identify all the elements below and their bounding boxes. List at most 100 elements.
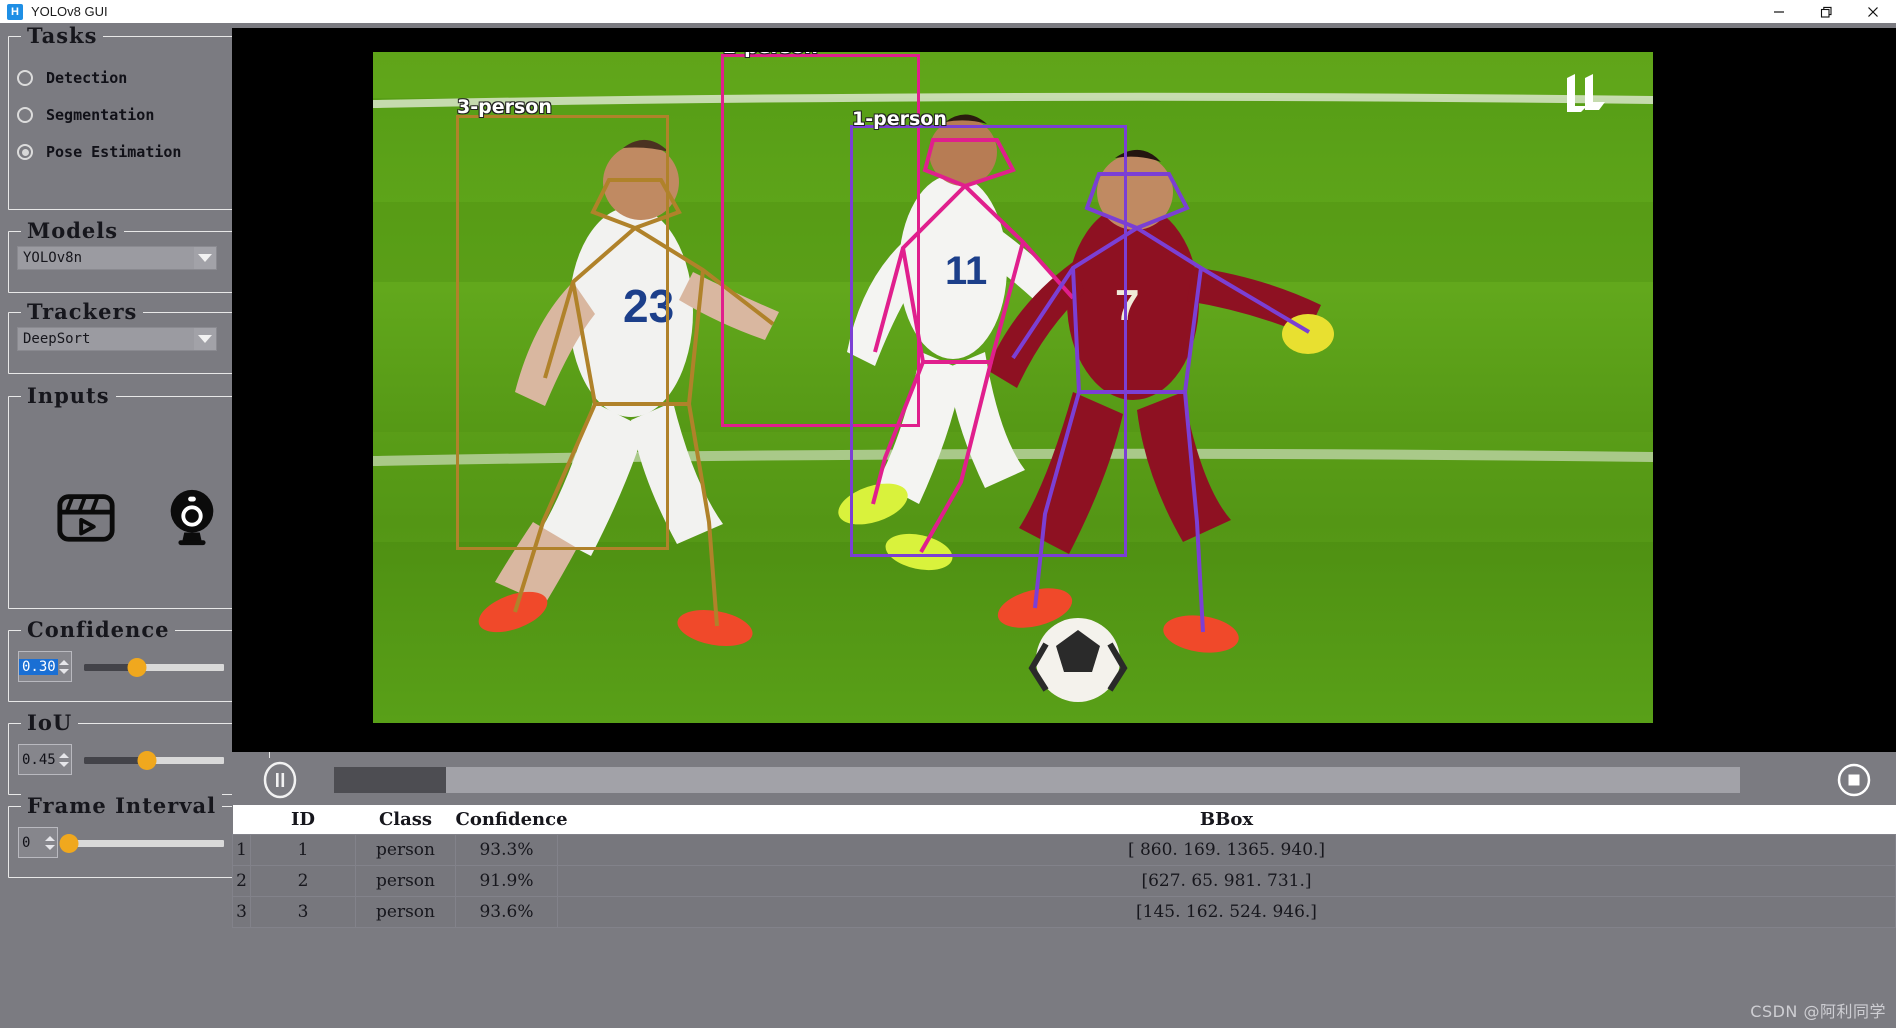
frame-interval-slider[interactable] bbox=[59, 832, 224, 854]
trackers-group-title: Trackers bbox=[21, 299, 144, 324]
iou-slider-knob[interactable] bbox=[137, 751, 157, 770]
frame-interval-spinbox[interactable]: 0 bbox=[18, 827, 58, 858]
frame-interval-stepper[interactable] bbox=[44, 830, 57, 856]
close-button[interactable] bbox=[1849, 0, 1896, 23]
tracker-select-value: DeepSort bbox=[23, 331, 91, 347]
iou-slider[interactable] bbox=[84, 749, 224, 771]
iou-stepper[interactable] bbox=[58, 747, 71, 773]
radio-detection-dot bbox=[17, 70, 33, 86]
radio-segmentation-dot bbox=[17, 107, 33, 123]
stop-button[interactable] bbox=[1837, 763, 1871, 797]
app-icon: H bbox=[7, 3, 23, 20]
iou-group: IoU 0.45 bbox=[8, 710, 270, 795]
tracker-select[interactable]: DeepSort bbox=[17, 327, 217, 351]
cell-id: 3 bbox=[250, 895, 356, 928]
stop-icon bbox=[1837, 763, 1871, 797]
column-header-bbox[interactable]: BBox bbox=[557, 805, 1896, 834]
cell-class: person bbox=[355, 895, 456, 928]
rownum-header bbox=[232, 805, 251, 834]
inputs-group: Inputs bbox=[8, 383, 270, 609]
radio-segmentation-label: Segmentation bbox=[46, 106, 155, 124]
confidence-group: Confidence 0.30 bbox=[8, 617, 270, 702]
bbox-2-label: 2-person bbox=[723, 52, 818, 58]
ll-watermark-icon bbox=[1567, 74, 1605, 112]
inputs-group-title: Inputs bbox=[21, 383, 116, 408]
window-titlebar: H YOLOv8 GUI bbox=[0, 0, 1896, 23]
cell-id: 1 bbox=[250, 833, 356, 866]
confidence-stepper[interactable] bbox=[58, 654, 71, 680]
video-scrubber[interactable] bbox=[334, 767, 1740, 793]
video-frame[interactable]: 23 11 7 3-person 1-person bbox=[373, 52, 1653, 723]
frame-interval-group-title: Frame Interval bbox=[21, 793, 223, 818]
models-group: Models YOLOv8n bbox=[8, 218, 270, 293]
cell-confidence: 91.9% bbox=[455, 864, 558, 897]
table-row[interactable]: 3 3 person 93.6% [145. 162. 524. 946.] bbox=[232, 895, 1896, 928]
detections-table: ID Class Confidence BBox 1 1 person 93.3… bbox=[232, 805, 1896, 928]
table-header-row: ID Class Confidence BBox bbox=[232, 805, 1896, 834]
radio-segmentation[interactable]: Segmentation bbox=[17, 104, 154, 126]
chevron-down-icon bbox=[194, 247, 216, 269]
bbox-1 bbox=[850, 125, 1127, 557]
radio-pose-estimation[interactable]: Pose Estimation bbox=[17, 141, 181, 163]
minimize-button[interactable] bbox=[1755, 0, 1802, 23]
cell-bbox: [145. 162. 524. 946.] bbox=[557, 895, 1896, 928]
chevron-down-icon bbox=[194, 328, 216, 350]
confidence-value[interactable]: 0.30 bbox=[19, 658, 58, 675]
minimize-icon bbox=[1773, 10, 1784, 13]
frame-interval-value[interactable]: 0 bbox=[19, 835, 44, 851]
frame-interval-group: Frame Interval 0 bbox=[8, 793, 270, 878]
row-number: 1 bbox=[232, 833, 251, 866]
iou-group-title: IoU bbox=[21, 710, 79, 735]
app-body: Tasks Detection Segmentation Pose Estima… bbox=[0, 23, 1896, 1028]
confidence-slider[interactable] bbox=[84, 656, 224, 678]
close-icon bbox=[1867, 6, 1878, 17]
maximize-icon bbox=[1820, 6, 1832, 18]
main-stage: 23 11 7 3-person 1-person ID Class Confi… bbox=[232, 23, 1896, 1028]
column-header-id[interactable]: ID bbox=[250, 805, 356, 834]
confidence-spinbox[interactable]: 0.30 bbox=[18, 651, 72, 682]
model-select[interactable]: YOLOv8n bbox=[17, 246, 217, 270]
column-header-class[interactable]: Class bbox=[355, 805, 456, 834]
play-pause-button[interactable] bbox=[260, 760, 300, 800]
cell-bbox: [ 860. 169. 1365. 940.] bbox=[557, 833, 1896, 866]
table-row[interactable]: 2 2 person 91.9% [627. 65. 981. 731.] bbox=[232, 864, 1896, 897]
row-number: 3 bbox=[232, 895, 251, 928]
bbox-1-label: 1-person bbox=[852, 108, 947, 130]
cell-confidence: 93.3% bbox=[455, 833, 558, 866]
pause-icon bbox=[263, 761, 297, 799]
radio-pose-estimation-dot bbox=[17, 144, 33, 160]
cell-class: person bbox=[355, 833, 456, 866]
row-number: 2 bbox=[232, 864, 251, 897]
video-area: 23 11 7 3-person 1-person bbox=[232, 28, 1896, 752]
cell-class: person bbox=[355, 864, 456, 897]
cell-id: 2 bbox=[250, 864, 356, 897]
radio-detection[interactable]: Detection bbox=[17, 67, 127, 89]
inputs-buttons bbox=[9, 485, 269, 552]
radio-detection-label: Detection bbox=[46, 69, 128, 87]
webcam-button[interactable] bbox=[161, 485, 223, 552]
models-group-title: Models bbox=[21, 218, 125, 243]
model-select-value: YOLOv8n bbox=[23, 250, 83, 266]
column-header-confidence[interactable]: Confidence bbox=[455, 805, 568, 834]
maximize-button[interactable] bbox=[1802, 0, 1849, 23]
table-row[interactable]: 1 1 person 93.3% [ 860. 169. 1365. 940.] bbox=[232, 833, 1896, 866]
frame-interval-slider-knob[interactable] bbox=[59, 834, 79, 853]
iou-value[interactable]: 0.45 bbox=[19, 752, 58, 768]
window-controls bbox=[1755, 0, 1896, 23]
player-controls bbox=[232, 758, 1896, 802]
video-file-button[interactable] bbox=[55, 485, 117, 552]
frame-interval-slider-track bbox=[69, 840, 224, 847]
bbox-3-label: 3-person bbox=[457, 96, 552, 118]
cell-bbox: [627. 65. 981. 731.] bbox=[557, 864, 1896, 897]
tasks-group-title: Tasks bbox=[21, 23, 104, 48]
tasks-group: Tasks Detection Segmentation Pose Estima… bbox=[8, 23, 270, 210]
radio-pose-estimation-label: Pose Estimation bbox=[46, 143, 182, 161]
bbox-3 bbox=[456, 115, 669, 550]
confidence-slider-knob[interactable] bbox=[127, 658, 147, 677]
video-scrubber-progress bbox=[334, 767, 447, 793]
iou-spinbox[interactable]: 0.45 bbox=[18, 744, 72, 775]
csdn-watermark: CSDN @阿利同学 bbox=[1750, 1002, 1886, 1021]
video-file-icon bbox=[57, 494, 115, 542]
window-title: YOLOv8 GUI bbox=[31, 4, 108, 19]
detections-table-wrapper[interactable]: ID Class Confidence BBox 1 1 person 93.3… bbox=[232, 805, 1896, 995]
